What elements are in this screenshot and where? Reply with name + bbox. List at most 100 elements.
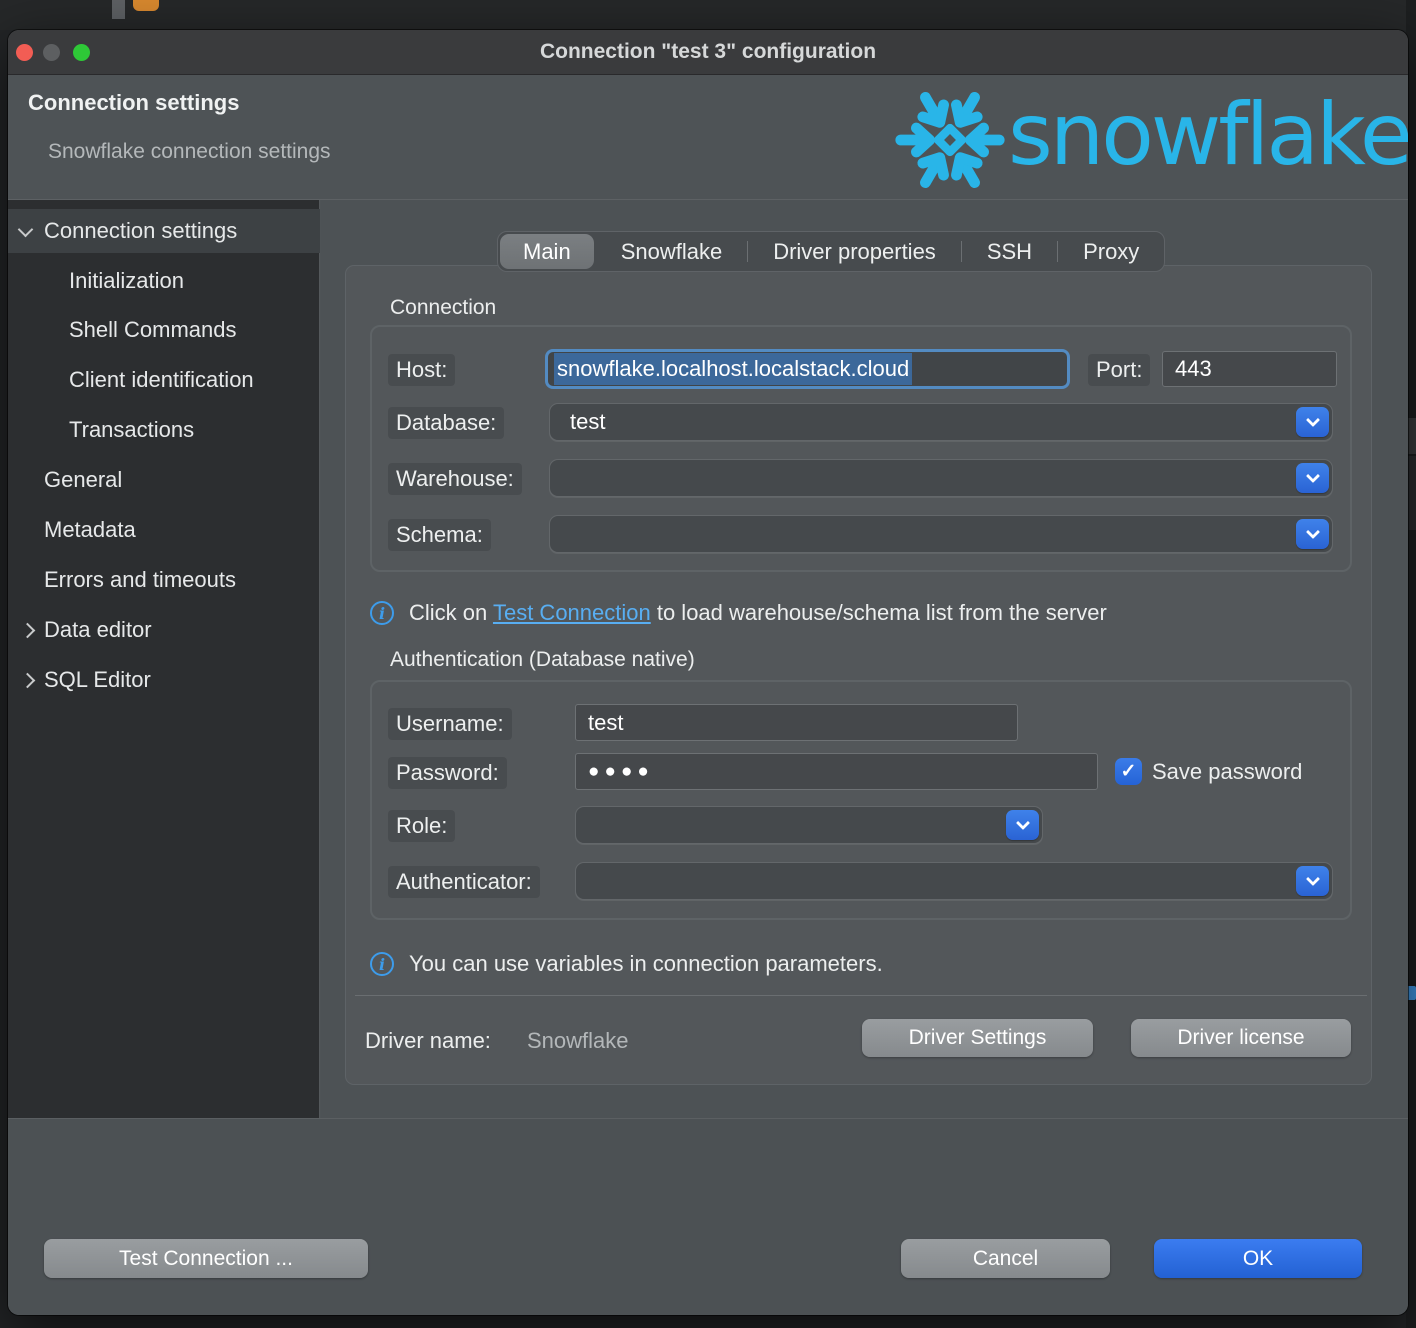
info-icon: i <box>370 601 394 625</box>
checkmark-icon: ✓ <box>1121 760 1137 783</box>
port-input[interactable]: 443 <box>1162 351 1337 387</box>
chevron-down-icon <box>18 221 34 237</box>
chevron-down-icon <box>1305 413 1319 427</box>
save-password-label: Save password <box>1152 759 1302 785</box>
tab-label: Snowflake <box>621 239 723 265</box>
authenticator-combo[interactable] <box>575 862 1333 900</box>
ok-button-label: OK <box>1243 1247 1273 1271</box>
save-password-checkbox[interactable]: ✓ <box>1115 758 1142 785</box>
host-input[interactable]: snowflake.localhost.localstack.cloud <box>545 349 1070 389</box>
test-connection-hint: i Click on Test Connection to load wareh… <box>370 600 1320 626</box>
tab-label: SSH <box>987 239 1032 265</box>
sidebar-item-sql-editor[interactable]: SQL Editor <box>8 658 320 702</box>
sidebar-item-general[interactable]: General <box>8 458 320 502</box>
tab-label: Driver properties <box>773 239 936 265</box>
database-dropdown-button[interactable] <box>1296 407 1329 437</box>
sidebar-item-label: Client identification <box>69 367 254 393</box>
ok-button[interactable]: OK <box>1154 1239 1362 1278</box>
background-app-strip <box>0 0 1416 30</box>
username-value: test <box>588 710 623 736</box>
variables-note-text: You can use variables in connection para… <box>409 951 883 977</box>
driver-license-button[interactable]: Driver license <box>1131 1019 1351 1057</box>
driver-settings-button-label: Driver Settings <box>909 1026 1047 1050</box>
driver-name-label: Driver name: <box>365 1028 491 1054</box>
driver-license-button-label: Driver license <box>1177 1026 1304 1050</box>
tab-bar: Main Snowflake Driver properties SSH Pro… <box>497 231 1165 272</box>
chevron-down-icon <box>1305 872 1319 886</box>
test-connection-link[interactable]: Test Connection <box>493 600 651 625</box>
tab-driver-properties[interactable]: Driver properties <box>748 232 961 271</box>
tab-snowflake[interactable]: Snowflake <box>596 232 748 271</box>
info-icon: i <box>370 952 394 976</box>
schema-combo[interactable] <box>549 515 1333 553</box>
dialog-footer <box>8 1119 1408 1315</box>
snowflake-wordmark: snowflake <box>1008 68 1408 194</box>
tab-main[interactable]: Main <box>500 234 594 269</box>
sidebar-item-label: Transactions <box>69 417 194 443</box>
window-title: Connection "test 3" configuration <box>8 40 1408 64</box>
snowflake-logo-icon <box>890 80 1010 205</box>
tab-proxy[interactable]: Proxy <box>1058 232 1164 271</box>
driver-name-value: Snowflake <box>527 1028 629 1054</box>
sidebar-item-data-editor[interactable]: Data editor <box>8 608 320 652</box>
schema-label: Schema: <box>388 519 491 551</box>
hint-text: Click on Test Connection to load warehou… <box>409 600 1107 626</box>
username-input[interactable]: test <box>575 704 1018 741</box>
tab-ssh[interactable]: SSH <box>962 232 1057 271</box>
tab-label: Main <box>523 239 571 265</box>
database-combo[interactable]: test <box>549 403 1333 441</box>
chevron-right-icon <box>20 672 36 688</box>
page-title: Connection settings <box>28 90 239 116</box>
warehouse-combo[interactable] <box>549 459 1333 497</box>
password-input[interactable]: ●●●● <box>575 753 1098 790</box>
warehouse-label: Warehouse: <box>388 463 522 495</box>
sidebar-item-label: Connection settings <box>44 218 237 244</box>
sidebar-item-connection-settings[interactable]: Connection settings <box>8 209 320 253</box>
connection-group-title: Connection <box>390 296 496 320</box>
authenticator-dropdown-button[interactable] <box>1296 866 1329 896</box>
sidebar-item-shell-commands[interactable]: Shell Commands <box>8 308 320 352</box>
page-subtitle: Snowflake connection settings <box>48 140 331 164</box>
sidebar-item-label: Shell Commands <box>69 317 237 343</box>
hint-prefix: Click on <box>409 600 493 625</box>
snowflake-wordmark-text: snowflake <box>1008 85 1408 185</box>
sidebar-item-label: Metadata <box>44 517 136 543</box>
chevron-right-icon <box>20 622 36 638</box>
authentication-group-title: Authentication (Database native) <box>390 648 695 672</box>
hint-suffix: to load warehouse/schema list from the s… <box>651 600 1107 625</box>
schema-dropdown-button[interactable] <box>1296 519 1329 549</box>
cancel-button-label: Cancel <box>973 1247 1038 1271</box>
host-value-selected: snowflake.localhost.localstack.cloud <box>554 353 912 385</box>
chevron-down-icon <box>1305 525 1319 539</box>
chevron-down-icon <box>1015 816 1029 830</box>
warehouse-dropdown-button[interactable] <box>1296 463 1329 493</box>
role-dropdown-button[interactable] <box>1006 810 1039 840</box>
host-label: Host: <box>388 354 455 386</box>
sidebar-item-label: Initialization <box>69 268 184 294</box>
authenticator-label: Authenticator: <box>388 866 540 898</box>
port-value: 443 <box>1175 356 1212 382</box>
driver-divider <box>355 995 1367 996</box>
settings-sidebar: Connection settings Initialization Shell… <box>8 200 320 1118</box>
cancel-button[interactable]: Cancel <box>901 1239 1110 1278</box>
sidebar-item-errors-and-timeouts[interactable]: Errors and timeouts <box>8 558 320 602</box>
test-connection-button[interactable]: Test Connection ... <box>44 1239 368 1278</box>
role-combo[interactable] <box>575 806 1043 844</box>
role-label: Role: <box>388 810 455 842</box>
variables-note: i You can use variables in connection pa… <box>370 951 1320 977</box>
sidebar-item-metadata[interactable]: Metadata <box>8 508 320 552</box>
sidebar-item-initialization[interactable]: Initialization <box>8 259 320 303</box>
driver-settings-button[interactable]: Driver Settings <box>862 1019 1093 1057</box>
sidebar-item-label: Errors and timeouts <box>44 567 236 593</box>
connection-configuration-dialog: Connection "test 3" configuration Connec… <box>8 30 1408 1315</box>
port-label: Port: <box>1088 354 1150 386</box>
password-label: Password: <box>388 757 507 789</box>
test-connection-button-label: Test Connection ... <box>119 1247 293 1271</box>
sidebar-item-label: General <box>44 467 122 493</box>
sidebar-item-label: Data editor <box>44 617 152 643</box>
background-app-icon <box>133 0 159 11</box>
sidebar-item-label: SQL Editor <box>44 667 151 693</box>
sidebar-item-client-identification[interactable]: Client identification <box>8 358 320 402</box>
database-label: Database: <box>388 407 504 439</box>
sidebar-item-transactions[interactable]: Transactions <box>8 408 320 452</box>
